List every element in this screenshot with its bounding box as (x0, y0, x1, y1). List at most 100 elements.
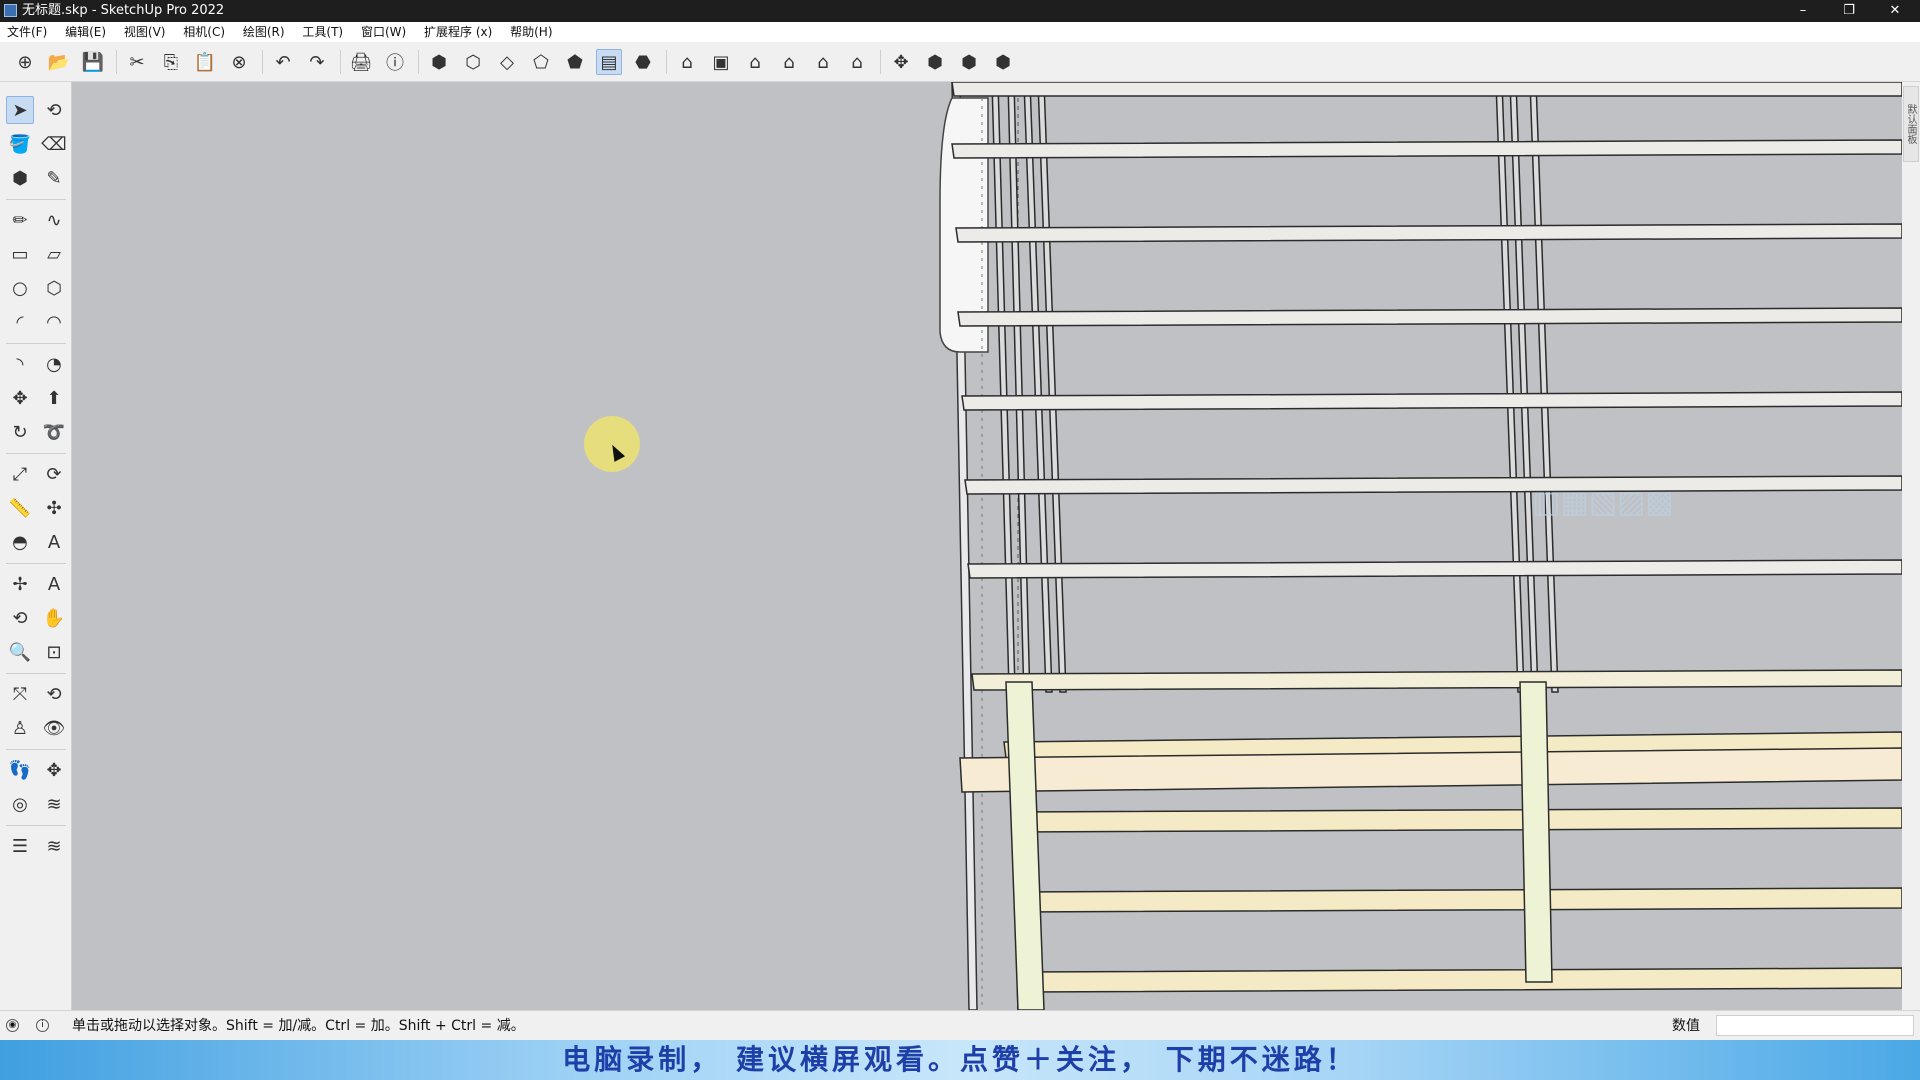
tool-sandbox-from-contours-icon[interactable]: ◎ (6, 790, 34, 818)
tool-pencil-icon[interactable]: ✏ (6, 206, 34, 234)
posts-right (1495, 82, 1559, 693)
model-viewport[interactable]: ▥▦▧▨▩ (72, 82, 1902, 1010)
tool-pan-icon[interactable]: ✋ (40, 604, 68, 632)
toolbar-back-edges-icon[interactable]: ⬡ (460, 49, 486, 75)
tool-freehand-icon[interactable]: ∿ (40, 206, 68, 234)
menu-edit[interactable]: 编辑(E) (58, 22, 113, 42)
tool-zoom-extents-icon[interactable]: ⤧ (6, 680, 34, 708)
toolbar-xray-icon[interactable]: ⬢ (426, 49, 452, 75)
tool-axes-icon[interactable]: ✢ (6, 570, 34, 598)
toolbar-cut-icon[interactable]: ✂ (124, 49, 150, 75)
tool-stamp-icon[interactable]: ≋ (40, 832, 68, 860)
tool-circle-icon[interactable]: ○ (6, 274, 34, 302)
toolbar-share-model-icon[interactable]: ⬢ (990, 49, 1016, 75)
toolbar-model-info-icon[interactable]: ⓘ (382, 49, 408, 75)
toolbar-back-view-icon[interactable]: ⌂ (810, 49, 836, 75)
left-tool-palette: ➤ ⟲ 🪣 ⌫ ⬢ ✎ ✏ ∿ ▭ ▱ ○ ⬡ ◜ ◠ ◝ ◔ ✥ ⬆ ↻ ➰ ⤢ ⟳ 📏 ✣ ◓ A ✢ A ⟲ ✋ 🔍 ⊡ ⤧ ⟲ ♙ 👁 👣 ✥ ◎ ≋… (0, 82, 72, 1010)
tool-rotate-icon[interactable]: ↻ (6, 418, 34, 446)
toolbar-paste-icon[interactable]: 📋 (192, 49, 218, 75)
toolbar-separator (262, 50, 263, 74)
toolbar-print-icon[interactable]: 🖨 (348, 49, 374, 75)
toolbar-front-view-icon[interactable]: ⌂ (742, 49, 768, 75)
tool-sandbox-from-scratch-icon[interactable]: ≋ (40, 790, 68, 818)
tool-look-around-icon[interactable]: 👁 (40, 714, 68, 742)
toolbar-undo-icon[interactable]: ↶ (270, 49, 296, 75)
tool-rotated-rectangle-icon[interactable]: ▱ (40, 240, 68, 268)
tool-pie-icon[interactable]: ◔ (40, 350, 68, 378)
menu-extensions[interactable]: 扩展程序 (x) (417, 22, 499, 42)
toolbar-wireframe-icon[interactable]: ◇ (494, 49, 520, 75)
toolbar-extension-warehouse-icon[interactable]: ⬢ (956, 49, 982, 75)
menu-bar: 文件(F) 编辑(E) 视图(V) 相机(C) 绘图(R) 工具(T) 窗口(W… (0, 22, 1920, 42)
tool-orbit-icon[interactable]: ⟲ (6, 604, 34, 632)
menu-draw[interactable]: 绘图(R) (236, 22, 292, 42)
close-button[interactable]: ✕ (1872, 0, 1918, 22)
title-bar: 无标题.skp - SketchUp Pro 2022 – ❐ ✕ (0, 0, 1920, 22)
geo-location-icon[interactable]: ◉ (6, 1019, 19, 1032)
tool-push-pull-icon[interactable]: ⬆ (40, 384, 68, 412)
tool-tape-measure-icon[interactable]: 📏 (6, 494, 34, 522)
main-toolbar: ⊕ 📂 💾 ✂ ⎘ 📋 ⊗ ↶ ↷ 🖨 ⓘ ⬢ ⬡ ◇ ⬠ ⬟ ▤ ⬣ ⌂ ▣ ⌂ ⌂ ⌂ ⌂ ✥ ⬢ ⬢ ⬢ (0, 42, 1920, 82)
tool-previous-view-icon[interactable]: ⟲ (40, 680, 68, 708)
tool-scale-icon[interactable]: ⤢ (6, 460, 34, 488)
tool-3d-text-icon[interactable]: A (40, 570, 68, 598)
tool-walk-icon[interactable]: 👣 (6, 756, 34, 784)
toolbar-iso-view-icon[interactable]: ⌂ (674, 49, 700, 75)
toolbar-shaded-icon[interactable]: ⬟ (562, 49, 588, 75)
toolbar-copy-icon[interactable]: ⎘ (158, 49, 184, 75)
toolbar-warehouse-icon[interactable]: ⬢ (922, 49, 948, 75)
tool-eraser-icon[interactable]: ⌫ (40, 130, 68, 158)
tool-tag-icon[interactable]: ✎ (40, 164, 68, 192)
tool-zoom-window-icon[interactable]: ⊡ (40, 638, 68, 666)
status-bar: ◉ i 单击或拖动以选择对象。Shift = 加/减。Ctrl = 加。Shif… (0, 1010, 1920, 1040)
tool-dimension-icon[interactable]: ✣ (40, 494, 68, 522)
toolbar-left-view-icon[interactable]: ⌂ (844, 49, 870, 75)
tool-follow-me-icon[interactable]: ➰ (40, 418, 68, 446)
toolbar-erase-icon[interactable]: ⊗ (226, 49, 252, 75)
toolbar-section-plane-icon[interactable]: ✥ (888, 49, 914, 75)
tool-position-camera-icon[interactable]: ♙ (6, 714, 34, 742)
restore-button[interactable]: ❐ (1826, 0, 1872, 22)
toolbar-new-icon[interactable]: ⊕ (12, 49, 38, 75)
tool-separator (6, 673, 66, 674)
toolbar-redo-icon[interactable]: ↷ (304, 49, 330, 75)
menu-camera[interactable]: 相机(C) (176, 22, 232, 42)
tool-protractor-icon[interactable]: ◓ (6, 528, 34, 556)
toolbar-top-view-icon[interactable]: ▣ (708, 49, 734, 75)
tool-smoove-icon[interactable]: ☰ (6, 832, 34, 860)
menu-help[interactable]: 帮助(H) (503, 22, 559, 42)
toolbar-shaded-textures-icon[interactable]: ▤ (596, 49, 622, 75)
tool-component-icon[interactable]: ⬢ (6, 164, 34, 192)
tool-separator (6, 563, 66, 564)
minimize-button[interactable]: – (1780, 0, 1826, 22)
tool-orbit-lasso-icon[interactable]: ⟲ (40, 96, 68, 124)
toolbar-open-icon[interactable]: 📂 (46, 49, 72, 75)
tool-two-point-arc-icon[interactable]: ◝ (6, 350, 34, 378)
tool-offset-icon[interactable]: ⟳ (40, 460, 68, 488)
menu-tools[interactable]: 工具(T) (295, 22, 350, 42)
tool-text-icon[interactable]: A (40, 528, 68, 556)
tool-arc-icon[interactable]: ◜ (6, 308, 34, 336)
tool-three-point-arc-icon[interactable]: ◠ (40, 308, 68, 336)
lower-frame (959, 669, 1902, 1010)
tool-zoom-icon[interactable]: 🔍 (6, 638, 34, 666)
tool-paint-bucket-icon[interactable]: 🪣 (6, 130, 34, 158)
caption-banner: 电脑录制， 建议横屏观看。点赞＋关注， 下期不迷路！ (0, 1040, 1920, 1080)
menu-file[interactable]: 文件(F) (0, 22, 54, 42)
toolbar-save-icon[interactable]: 💾 (80, 49, 106, 75)
instructor-icon[interactable]: i (36, 1019, 49, 1032)
model-canvas[interactable]: ▥▦▧▨▩ (72, 82, 1902, 1010)
toolbar-hidden-line-icon[interactable]: ⬠ (528, 49, 554, 75)
tool-rectangle-icon[interactable]: ▭ (6, 240, 34, 268)
measurements-input[interactable] (1716, 1015, 1914, 1036)
tool-section-plane-tool-icon[interactable]: ✥ (40, 756, 68, 784)
tool-move-icon[interactable]: ✥ (6, 384, 34, 412)
tool-polygon-icon[interactable]: ⬡ (40, 274, 68, 302)
tool-select-icon[interactable]: ➤ (6, 96, 34, 124)
toolbar-right-view-icon[interactable]: ⌂ (776, 49, 802, 75)
default-tray-tab[interactable]: 默认面板 (1903, 86, 1919, 162)
right-panel: 默认面板 (1902, 82, 1920, 1010)
toolbar-monochrome-icon[interactable]: ⬣ (630, 49, 656, 75)
menu-view[interactable]: 视图(V) (117, 22, 173, 42)
menu-window[interactable]: 窗口(W) (354, 22, 413, 42)
